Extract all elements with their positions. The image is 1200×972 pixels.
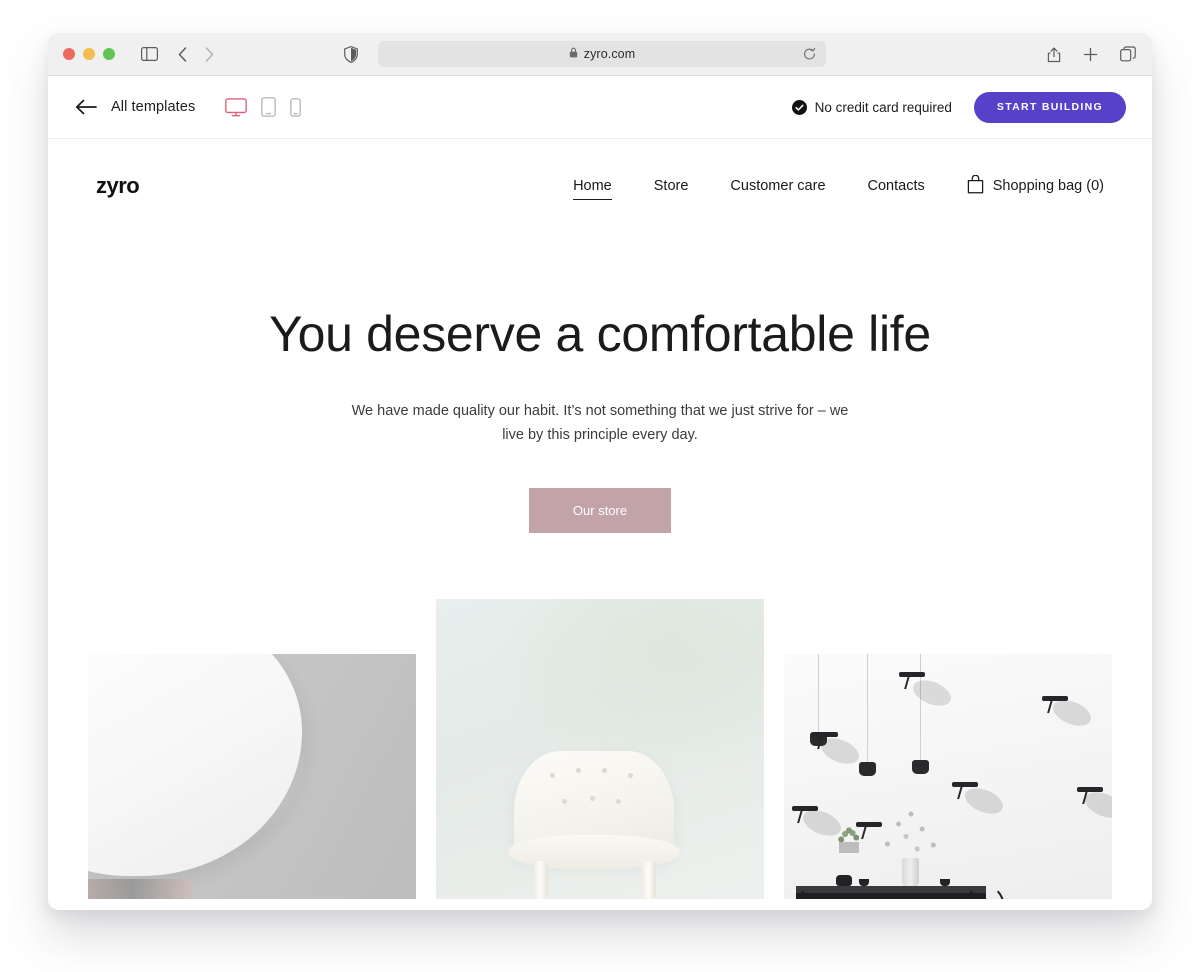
- zoom-window-button[interactable]: [103, 48, 115, 60]
- toolbar-actions: [1047, 46, 1136, 63]
- window-controls: [63, 48, 115, 60]
- tablet-icon[interactable]: [261, 97, 277, 117]
- share-icon[interactable]: [1047, 46, 1061, 63]
- vase: [902, 858, 919, 887]
- hero-section: You deserve a comfortable life We have m…: [48, 211, 1152, 534]
- no-credit-card-note: No credit card required: [791, 99, 952, 115]
- nav-forward-icon[interactable]: [205, 46, 214, 62]
- browser-window: zyro.com All templates No credit card re…: [48, 33, 1152, 910]
- url-text: zyro.com: [583, 47, 636, 61]
- editor-bar-actions: No credit card required START BUILDING: [791, 91, 1126, 123]
- all-templates-label[interactable]: All templates: [111, 99, 195, 115]
- screenshot-root: zyro.com All templates No credit card re…: [0, 0, 1200, 972]
- dining-room-pendant-lamps-photo[interactable]: [784, 654, 1112, 900]
- address-bar[interactable]: zyro.com: [378, 41, 826, 67]
- privacy-shield-icon[interactable]: [344, 45, 358, 63]
- site-preview: zyro Home Store Customer care Contacts S…: [48, 139, 1152, 910]
- site-logo[interactable]: zyro: [96, 173, 140, 199]
- lock-icon: [569, 45, 578, 63]
- site-navigation: Home Store Customer care Contacts Shoppi…: [573, 174, 1104, 200]
- white-tufted-armchair-photo[interactable]: [436, 599, 764, 900]
- sidebar-toggle-icon[interactable]: [141, 47, 158, 61]
- reload-icon[interactable]: [803, 47, 816, 61]
- armchair-leg: [642, 861, 656, 900]
- nav-item-contacts[interactable]: Contacts: [868, 178, 925, 194]
- site-header: zyro Home Store Customer care Contacts S…: [48, 139, 1152, 211]
- back-to-templates-icon[interactable]: [75, 99, 97, 115]
- nav-item-customer-care[interactable]: Customer care: [730, 178, 825, 194]
- navigation-arrows: [178, 46, 214, 62]
- minimize-window-button[interactable]: [83, 48, 95, 60]
- white-molded-chair-photo[interactable]: [88, 654, 416, 900]
- shopping-bag-label: Shopping bag (0): [992, 178, 1104, 194]
- tab-overview-icon[interactable]: [1120, 46, 1136, 62]
- no-credit-card-label: No credit card required: [814, 99, 952, 115]
- cup: [859, 879, 869, 887]
- check-circle-icon: [791, 99, 807, 115]
- browser-toolbar: zyro.com: [48, 33, 1152, 76]
- product-gallery: [48, 599, 1152, 900]
- shopping-bag-icon: [967, 174, 984, 198]
- potted-plant: [836, 825, 862, 844]
- nav-item-store[interactable]: Store: [654, 178, 689, 194]
- plant-pot: [839, 842, 859, 854]
- shopping-bag-link[interactable]: Shopping bag (0): [967, 174, 1104, 198]
- dining-table: [796, 893, 986, 900]
- template-preview-bar: All templates No credit card required ST…: [48, 76, 1152, 139]
- plus-icon[interactable]: [1083, 47, 1098, 62]
- mobile-icon[interactable]: [290, 97, 302, 117]
- hero-title: You deserve a comfortable life: [269, 306, 931, 362]
- close-window-button[interactable]: [63, 48, 75, 60]
- nav-item-home[interactable]: Home: [573, 178, 612, 200]
- hero-subtitle: We have made quality our habit. It’s not…: [351, 403, 849, 443]
- our-store-button[interactable]: Our store: [528, 488, 672, 534]
- start-building-button[interactable]: START BUILDING: [973, 91, 1126, 123]
- teapot: [836, 875, 852, 887]
- flower-branches: [880, 809, 942, 860]
- cup: [940, 879, 950, 887]
- device-preview-switcher: [225, 97, 302, 117]
- armchair-leg: [534, 861, 548, 900]
- nav-back-icon[interactable]: [178, 46, 187, 62]
- desktop-icon[interactable]: [225, 97, 248, 117]
- dining-table-top: [796, 886, 986, 894]
